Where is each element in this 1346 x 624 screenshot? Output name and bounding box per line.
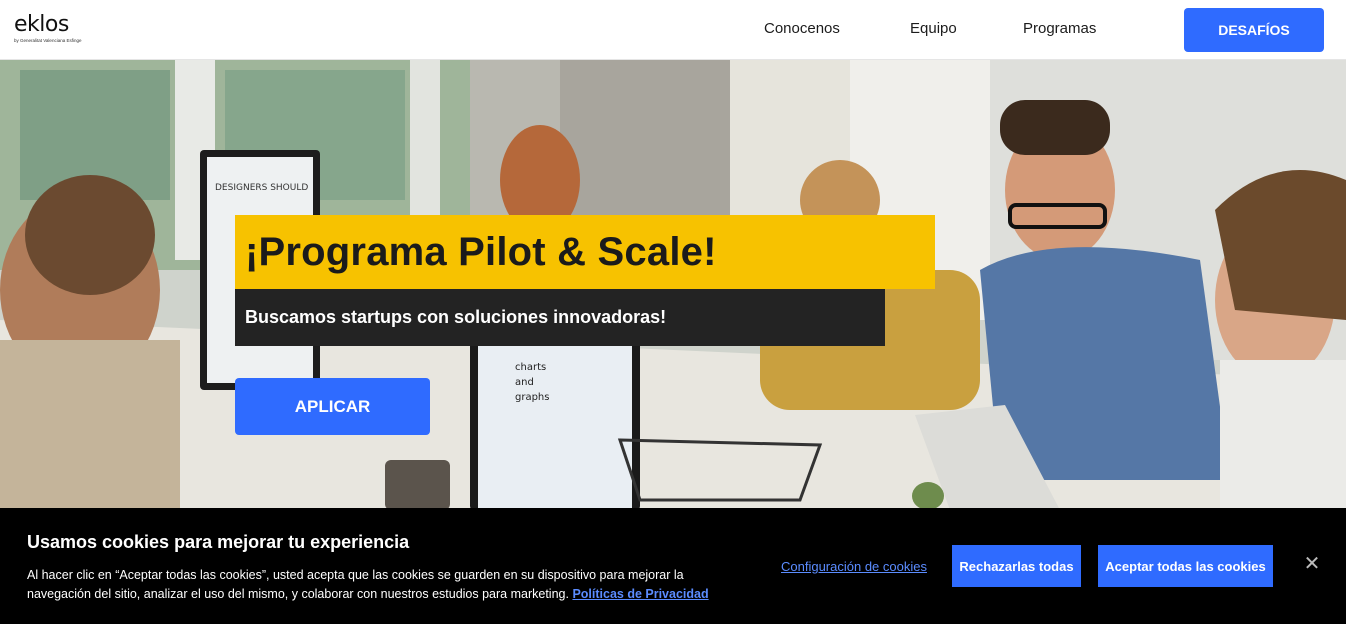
screen-text-1: DESIGNERS SHOULD [215,183,308,193]
cookie-title: Usamos cookies para mejorar tu experienc… [27,532,410,552]
nav-link-conocenos[interactable]: Conocenos [764,20,840,37]
logo-subtext: by Generalitat Valenciana Esfinge [14,38,82,43]
program-title-banner: ¡Programa Pilot & Scale! [235,215,935,289]
aplicar-button[interactable]: APLICAR [235,378,430,435]
svg-text:and: and [515,377,534,388]
program-subtitle: Buscamos startups con soluciones innovad… [245,307,667,327]
logo-wordmark: eklos [14,12,69,37]
cookie-description: Al hacer clic en “Aceptar todas las cook… [27,566,747,604]
program-subtitle-banner: Buscamos startups con soluciones innovad… [235,289,885,346]
desafios-button[interactable]: DESAFÍOS [1184,8,1324,52]
accept-all-button[interactable]: Aceptar todas las cookies [1098,545,1273,587]
cookie-settings-link[interactable]: Configuración de cookies [781,559,927,574]
program-title: ¡Programa Pilot & Scale! [245,229,717,274]
hero-section: DESIGNERS SHOULD charts and graphs ¡Prog… [0,60,1346,510]
cookie-banner: Usamos cookies para mejorar tu experienc… [0,508,1346,624]
svg-text:graphs: graphs [515,392,549,403]
svg-text:charts: charts [515,362,546,373]
reject-all-button[interactable]: Rechazarlas todas [952,545,1081,587]
nav-link-programas[interactable]: Programas [1023,20,1096,37]
site-header: eklos by Generalitat Valenciana Esfinge … [0,0,1346,60]
eklos-logo[interactable]: eklos by Generalitat Valenciana Esfinge [14,14,84,48]
privacy-policy-link[interactable]: Políticas de Privacidad [572,587,708,601]
close-icon[interactable]: ✕ [1302,554,1322,574]
nav-link-equipo[interactable]: Equipo [910,20,957,37]
